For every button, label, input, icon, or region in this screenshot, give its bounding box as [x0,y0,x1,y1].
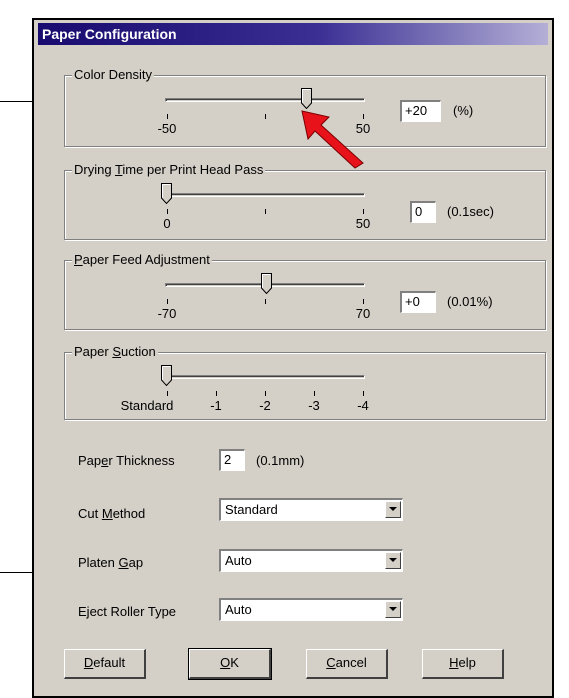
guide-line-top [0,101,33,102]
red-arrow-icon [301,110,364,169]
suction-minus2-label: -2 [259,398,271,413]
cut-method-label: Cut Method [78,506,146,521]
tick-mark [265,209,266,214]
tick-mark [363,209,364,214]
color-density-track [165,98,365,102]
chevron-down-icon[interactable] [385,552,401,569]
color-density-label: Color Density [72,67,155,83]
tick-mark [167,209,168,214]
drying-time-min-label: 0 [163,216,171,231]
tick-mark [167,299,168,304]
tick-mark [167,391,168,396]
ok-button[interactable]: OK [188,648,272,680]
tick-mark [216,391,217,396]
paper-feed-label: Paper Feed Adjustment [72,252,212,268]
suction-minus1-label: -1 [210,398,222,413]
drying-time-label: Drying Time per Print Head Pass [72,162,266,178]
window-title: Paper Configuration [42,26,177,42]
drying-time-group: Drying Time per Print Head Pass 0 50 0 (… [64,162,546,240]
platen-gap-value: Auto [225,553,252,568]
paper-suction-track [165,375,365,379]
tick-mark [265,299,266,304]
eject-roller-label: Eject Roller Type [78,604,177,619]
paper-configuration-dialog: Paper Configuration Color Density -50 50… [32,18,554,698]
paper-suction-label: Paper Suction [72,344,158,360]
suction-minus4-label: -4 [357,398,369,413]
paper-feed-min-label: -70 [157,306,177,321]
chevron-down-icon[interactable] [385,501,401,518]
drying-time-slider[interactable] [161,183,172,204]
tick-mark [167,114,168,119]
color-density-unit: (%) [453,103,474,118]
paper-suction-group: Paper Suction Standard -1 -2 -3 -4 [64,344,546,420]
paper-thickness-unit: (0.1mm) [256,453,305,468]
drying-time-max-label: 50 [355,216,371,231]
paper-feed-slider[interactable] [261,273,272,294]
paper-feed-unit: (0.01%) [447,294,493,309]
color-density-slider[interactable] [301,88,312,109]
eject-roller-select[interactable]: Auto [219,598,403,621]
color-density-min-label: -50 [157,121,177,136]
cut-method-select[interactable]: Standard [219,498,403,521]
color-density-input[interactable]: +20 [400,100,441,122]
tick-mark [363,299,364,304]
help-button[interactable]: Help [422,649,504,679]
paper-thickness-input[interactable]: 2 [219,449,245,471]
cut-method-value: Standard [225,502,278,517]
paper-thickness-label: Paper Thickness [78,453,175,468]
cancel-button[interactable]: Cancel [306,649,388,679]
chevron-down-icon[interactable] [385,601,401,618]
paper-feed-max-label: 70 [355,306,371,321]
paper-feed-input[interactable]: +0 [400,291,436,313]
tick-mark [363,391,364,396]
tick-mark [265,391,266,396]
paper-feed-group: Paper Feed Adjustment -70 70 +0 (0.01%) [64,252,546,330]
guide-line-bottom [0,572,33,573]
eject-roller-value: Auto [225,602,252,617]
suction-standard-label: Standard [120,398,174,413]
title-bar: Paper Configuration [38,23,548,45]
drying-time-input[interactable]: 0 [410,201,436,223]
platen-gap-select[interactable]: Auto [219,549,403,572]
default-button[interactable]: Default [64,649,146,679]
paper-suction-slider[interactable] [161,365,172,386]
tick-mark [314,391,315,396]
tick-mark [265,114,266,119]
drying-time-unit: (0.1sec) [447,204,494,219]
drying-time-track [165,193,365,197]
platen-gap-label: Platen Gap [78,555,144,570]
suction-minus3-label: -3 [308,398,320,413]
